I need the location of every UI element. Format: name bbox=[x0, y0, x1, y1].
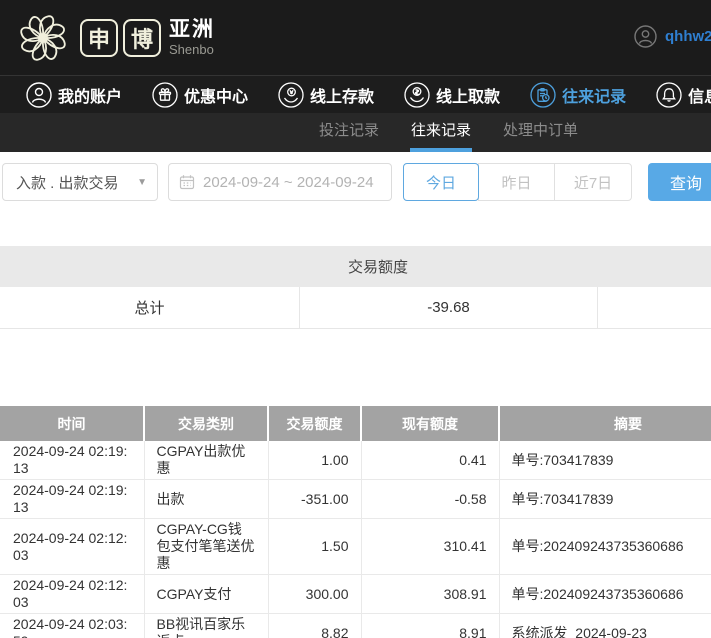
nav-item-transaction-records[interactable]: 往来记录 bbox=[530, 82, 626, 108]
logo-text: 亚洲 Shenbo bbox=[169, 19, 215, 56]
search-button[interactable]: 查询 bbox=[648, 163, 711, 201]
top-header: 申 博 亚洲 Shenbo qhhw2 bbox=[0, 0, 711, 75]
withdraw-icon bbox=[404, 82, 430, 108]
col-summary: 摘要 bbox=[499, 406, 711, 441]
date-range-input[interactable]: 2024-09-24 ~ 2024-09-24 bbox=[168, 163, 392, 201]
nav-label: 线上存款 bbox=[310, 83, 374, 107]
tab-betting-records[interactable]: 投注记录 bbox=[318, 113, 380, 152]
deposit-icon bbox=[278, 82, 304, 108]
nav-label: 线上取款 bbox=[436, 83, 500, 107]
cell-type: BB视讯百家乐返点 bbox=[144, 614, 268, 638]
transaction-type-value: 入款 . 出款交易 bbox=[16, 172, 119, 193]
cell-balance: 8.91 bbox=[361, 614, 499, 638]
table-row: 2024-09-24 02:19:13 出款 -351.00 -0.58 单号:… bbox=[0, 480, 711, 519]
cell-summary: 系统派发_2024-09-23 bbox=[499, 614, 711, 638]
records-header-row: 时间 交易类别 交易额度 现有额度 摘要 bbox=[0, 406, 711, 441]
caret-down-icon: ▼ bbox=[137, 177, 147, 188]
nav-label: 往来记录 bbox=[562, 83, 626, 107]
col-transaction-amount: 交易额度 bbox=[268, 406, 361, 441]
page: 申 博 亚洲 Shenbo qhhw2 bbox=[0, 0, 711, 638]
summary-header: 交易额度 bbox=[0, 246, 711, 287]
logo-characters: 申 博 bbox=[80, 19, 161, 57]
cell-type: CGPAY支付 bbox=[144, 575, 268, 614]
nav-label: 优惠中心 bbox=[184, 83, 248, 107]
tab-pending-orders[interactable]: 处理中订单 bbox=[502, 113, 579, 152]
table-row: 2024-09-24 02:19:13 CGPAY出款优惠 1.00 0.41 … bbox=[0, 441, 711, 480]
user-account[interactable]: qhhw2 bbox=[634, 25, 711, 48]
records-table: 时间 交易类别 交易额度 现有额度 摘要 2024-09-24 02:19:13… bbox=[0, 406, 711, 638]
cell-amount: 1.00 bbox=[268, 441, 361, 480]
user-icon bbox=[26, 82, 52, 108]
cell-amount: 8.82 bbox=[268, 614, 361, 638]
cell-summary: 单号:703417839 bbox=[499, 480, 711, 519]
cell-amount: -351.00 bbox=[268, 480, 361, 519]
gift-icon bbox=[152, 82, 178, 108]
cell-time: 2024-09-24 02:12:03 bbox=[0, 575, 144, 614]
table-row: 2024-09-24 02:12:03 CGPAY支付 300.00 308.9… bbox=[0, 575, 711, 614]
cell-time: 2024-09-24 02:19:13 bbox=[0, 441, 144, 480]
cell-type: 出款 bbox=[144, 480, 268, 519]
avatar-icon bbox=[634, 25, 657, 48]
logo-char-bo: 博 bbox=[123, 19, 161, 57]
summary-total-value: -39.68 bbox=[300, 287, 598, 328]
yesterday-button[interactable]: 昨日 bbox=[478, 163, 555, 201]
cell-type: CGPAY-CG钱包支付笔笔送优惠 bbox=[144, 519, 268, 575]
col-time: 时间 bbox=[0, 406, 144, 441]
cell-summary: 单号:202409243735360686 bbox=[499, 575, 711, 614]
today-button[interactable]: 今日 bbox=[403, 163, 479, 201]
date-range-value: 2024-09-24 ~ 2024-09-24 bbox=[203, 174, 374, 191]
nav-item-online-deposit[interactable]: 线上存款 bbox=[278, 82, 374, 108]
cell-amount: 1.50 bbox=[268, 519, 361, 575]
table-row: 2024-09-24 02:03:59 BB视讯百家乐返点 8.82 8.91 … bbox=[0, 614, 711, 638]
quick-date-buttons: 今日 昨日 近7日 bbox=[403, 163, 632, 201]
summary-empty-cell bbox=[598, 287, 711, 328]
nav-item-promotions[interactable]: 优惠中心 bbox=[152, 82, 248, 108]
logo-subtitle: Shenbo bbox=[169, 43, 215, 56]
cell-summary: 单号:703417839 bbox=[499, 441, 711, 480]
nav-item-my-account[interactable]: 我的账户 bbox=[26, 82, 122, 108]
cell-type: CGPAY出款优惠 bbox=[144, 441, 268, 480]
logo-region: 亚洲 bbox=[169, 19, 215, 40]
nav-label: 我的账户 bbox=[58, 83, 122, 107]
nav-item-messages[interactable]: 信息 bbox=[656, 82, 711, 108]
cell-balance: 0.41 bbox=[361, 441, 499, 480]
summary-total-row: 总计 -39.68 bbox=[0, 287, 711, 329]
filter-bar: 入款 . 出款交易 ▼ 2024-09-24 ~ 2024-09-24 今日 昨… bbox=[0, 163, 711, 203]
main-navigation: 我的账户 优惠中心 bbox=[0, 75, 711, 113]
cell-time: 2024-09-24 02:03:59 bbox=[0, 614, 144, 638]
cell-amount: 300.00 bbox=[268, 575, 361, 614]
calendar-icon bbox=[179, 174, 195, 190]
cell-summary: 单号:202409243735360686 bbox=[499, 519, 711, 575]
bell-icon bbox=[656, 82, 682, 108]
cell-time: 2024-09-24 02:12:03 bbox=[0, 519, 144, 575]
flower-logo-icon bbox=[14, 9, 72, 67]
cell-balance: 310.41 bbox=[361, 519, 499, 575]
col-current-balance: 现有额度 bbox=[361, 406, 499, 441]
record-subtabs: 投注记录 往来记录 处理中订单 bbox=[0, 113, 711, 152]
cell-balance: 308.91 bbox=[361, 575, 499, 614]
cell-balance: -0.58 bbox=[361, 480, 499, 519]
summary-table: 交易额度 总计 -39.68 bbox=[0, 246, 711, 329]
logo-char-shen: 申 bbox=[80, 19, 118, 57]
username: qhhw2 bbox=[665, 28, 711, 45]
summary-total-label: 总计 bbox=[0, 287, 300, 328]
tab-transaction-records[interactable]: 往来记录 bbox=[410, 113, 472, 152]
nav-item-online-withdrawal[interactable]: 线上取款 bbox=[404, 82, 500, 108]
transaction-type-select[interactable]: 入款 . 出款交易 ▼ bbox=[2, 163, 158, 201]
col-transaction-type: 交易类别 bbox=[144, 406, 268, 441]
table-row: 2024-09-24 02:12:03 CGPAY-CG钱包支付笔笔送优惠 1.… bbox=[0, 519, 711, 575]
nav-label: 信息 bbox=[688, 83, 711, 107]
last7days-button[interactable]: 近7日 bbox=[554, 163, 632, 201]
cell-time: 2024-09-24 02:19:13 bbox=[0, 480, 144, 519]
records-icon bbox=[530, 82, 556, 108]
